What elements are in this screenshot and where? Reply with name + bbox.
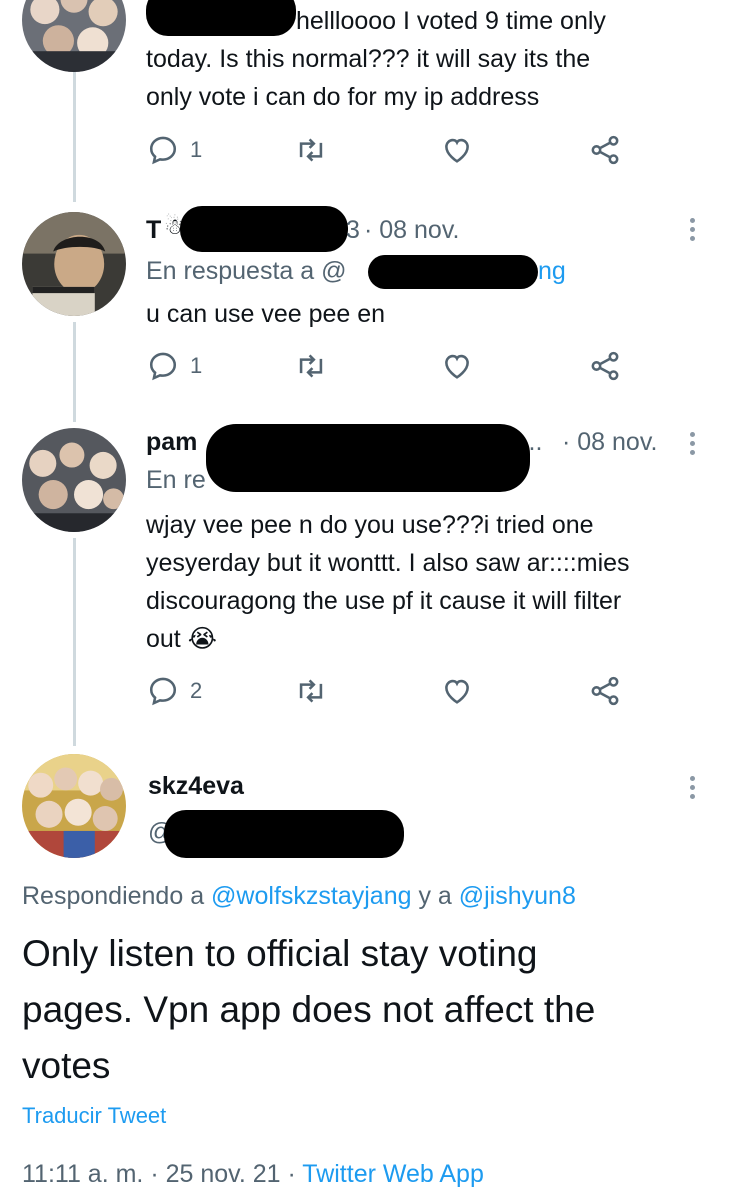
reply-icon (149, 352, 177, 381)
tweet-date[interactable]: · 08 nov. (562, 428, 657, 457)
retweet-button[interactable] (294, 674, 328, 708)
more-icon[interactable] (690, 214, 695, 245)
redacted-name (180, 206, 348, 252)
share-button[interactable] (588, 133, 622, 167)
retweet-icon (299, 679, 323, 703)
author-name[interactable]: T (146, 216, 161, 245)
like-button[interactable] (440, 133, 474, 167)
retweet-icon (299, 138, 323, 162)
reply-button[interactable]: 2 (146, 674, 202, 708)
reply-count: 1 (190, 353, 203, 378)
like-button[interactable] (440, 349, 474, 383)
like-button[interactable] (440, 674, 474, 708)
share-icon (591, 351, 619, 381)
tweet-text: wjay vee pee n do you use???i tried one … (146, 511, 630, 653)
thread-line (73, 322, 76, 422)
tweet-timestamp: 11:11 a. m. · 25 nov. 21 · Twitter Web A… (22, 1160, 484, 1188)
replying-to: Respondiendo a @wolfskzstayjang y a @jis… (22, 882, 576, 910)
avatar[interactable] (22, 0, 126, 72)
thread-line (73, 538, 76, 746)
share-icon (591, 135, 619, 165)
share-button[interactable] (588, 674, 622, 708)
reply-icon (149, 677, 177, 706)
share-button[interactable] (588, 349, 622, 383)
tweet-date[interactable]: · 08 nov. (364, 216, 459, 245)
reply-user-link[interactable]: @jishyun8 (459, 882, 576, 910)
main-tweet-text: Only listen to official stay voting page… (22, 933, 596, 1086)
reply-icon (149, 136, 177, 165)
tweet-actions: 2 (146, 674, 636, 714)
share-icon (591, 676, 619, 706)
redacted-name (206, 424, 530, 492)
avatar[interactable] (22, 754, 126, 858)
reply-user-link[interactable]: @wolfskzstayjang (211, 882, 411, 910)
redacted-handle (368, 255, 538, 289)
handle-fragment: 3 (346, 216, 360, 244)
reply-context: En re (146, 466, 206, 494)
tweet-time[interactable]: 11:11 a. m. (22, 1160, 143, 1188)
tweet-full-date[interactable]: 25 nov. 21 (166, 1160, 281, 1188)
reply-context-handle[interactable]: ng (538, 257, 566, 286)
like-icon (445, 138, 469, 163)
tweet-text: hellloooo I voted 9 time only today. Is … (146, 7, 606, 111)
author-name[interactable]: pam (146, 428, 197, 457)
retweet-button[interactable] (294, 133, 328, 167)
tweet-actions: 1 (146, 349, 636, 389)
thread-line (73, 72, 76, 202)
retweet-button[interactable] (294, 349, 328, 383)
reply-context: En respuesta a @ (146, 257, 347, 285)
reply-count: 2 (190, 678, 203, 703)
avatar[interactable] (22, 212, 126, 316)
redacted-handle (164, 810, 404, 858)
tweet-text: u can use vee pee en (146, 300, 386, 328)
avatar[interactable] (22, 428, 126, 532)
reply-button[interactable]: 1 (146, 133, 202, 167)
crying-emoji: 😭 (187, 625, 217, 653)
reply-count: 1 (190, 137, 203, 162)
author-name[interactable]: skz4eva (148, 772, 244, 801)
tweet-source-link[interactable]: Twitter Web App (302, 1160, 484, 1188)
retweet-icon (299, 354, 323, 378)
tweet-actions: 1 (146, 133, 636, 173)
reply-button[interactable]: 1 (146, 349, 202, 383)
translate-tweet-link[interactable]: Traducir Tweet (22, 1103, 166, 1129)
more-icon[interactable] (690, 772, 695, 803)
like-icon (445, 679, 469, 704)
like-icon (445, 354, 469, 379)
more-icon[interactable] (690, 428, 695, 459)
